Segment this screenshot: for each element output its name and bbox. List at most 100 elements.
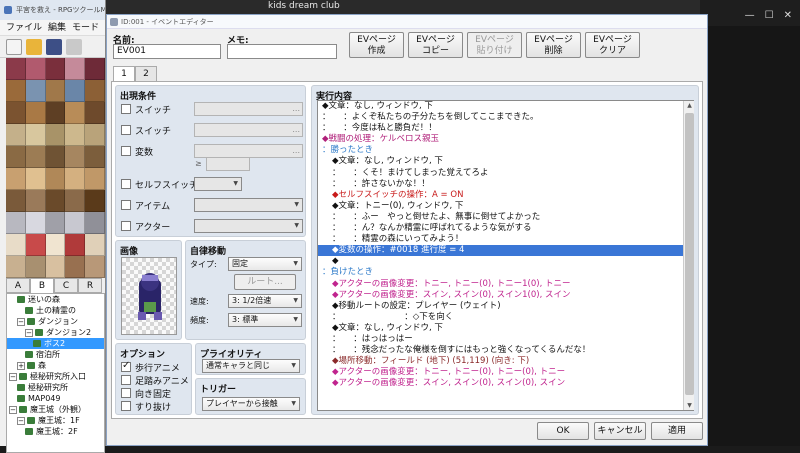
- menu-file[interactable]: ファイル: [6, 20, 42, 35]
- actor-checkbox[interactable]: [121, 221, 131, 231]
- option-checkbox[interactable]: [121, 375, 131, 385]
- command-row[interactable]: ： ：はっはっはー: [318, 334, 693, 345]
- priority-select[interactable]: 通常キャラと同じ: [202, 359, 300, 373]
- ev-page-button-4[interactable]: EVページ 削除: [526, 32, 581, 58]
- option-item[interactable]: 向き固定: [121, 386, 171, 400]
- type-select[interactable]: 固定: [228, 257, 302, 271]
- scroll-thumb[interactable]: [685, 113, 694, 395]
- ev-page-button-5[interactable]: EVページ クリア: [585, 32, 640, 58]
- option-item[interactable]: すり抜け: [121, 399, 171, 413]
- condition-switch-2[interactable]: スイッチ: [121, 123, 171, 137]
- expand-icon[interactable]: +: [17, 361, 25, 370]
- command-row[interactable]: ◆アクターの画像変更：トニー, トニー(0), トニー1(0), トニー: [318, 279, 693, 290]
- close-icon[interactable]: ✕: [784, 10, 792, 21]
- page-tab-2[interactable]: 2: [135, 66, 157, 81]
- map-tree-item[interactable]: MAP049: [7, 393, 104, 404]
- map-tree-item[interactable]: 魔王城：2F: [7, 426, 104, 437]
- switch1-checkbox[interactable]: [121, 104, 131, 114]
- command-row[interactable]: ： ：ふー やっと倒せたよ、無事に倒せてよかった: [318, 212, 693, 223]
- command-row[interactable]: ： ：◇下を向く: [318, 312, 693, 323]
- command-row[interactable]: ◆文章：なし, ウィンドウ, 下: [318, 101, 693, 112]
- cut-icon[interactable]: [66, 39, 82, 55]
- command-row[interactable]: ： ：今度は私と勝負だ！！: [318, 123, 693, 134]
- map-tree-item[interactable]: − 極秘研究所入口: [7, 371, 104, 382]
- map-tree-item[interactable]: − ダンジョン: [7, 316, 104, 327]
- switch2-checkbox[interactable]: [121, 125, 131, 135]
- command-row[interactable]: ： ：精霊の森にいってみよう！: [318, 234, 693, 245]
- command-row[interactable]: ： ：よくぞ私たちの子分たちを倒してここまできた。: [318, 112, 693, 123]
- expand-icon[interactable]: −: [25, 328, 33, 337]
- item-checkbox[interactable]: [121, 200, 131, 210]
- command-row[interactable]: ： ：くそ！まけてしまった覚えてろよ: [318, 168, 693, 179]
- option-checkbox[interactable]: [121, 401, 131, 411]
- apply-button[interactable]: 適用: [651, 422, 703, 440]
- command-row[interactable]: ◆アクターの画像変更：スイン, スイン(0), スイン(0), スイン: [318, 378, 693, 389]
- command-row[interactable]: ：負けたとき: [318, 267, 693, 278]
- tileset-tab-c[interactable]: C: [54, 278, 78, 293]
- expand-icon[interactable]: −: [17, 416, 25, 425]
- map-tree-item[interactable]: ボス2: [7, 338, 104, 349]
- map-tree-item[interactable]: 迷いの森: [7, 294, 104, 305]
- expand-icon[interactable]: −: [9, 405, 17, 414]
- expand-icon[interactable]: −: [17, 317, 25, 326]
- command-row[interactable]: ◆文章：なし, ウィンドウ, 下: [318, 323, 693, 334]
- ok-button[interactable]: OK: [537, 422, 589, 440]
- maximize-icon[interactable]: ☐: [765, 10, 774, 21]
- new-file-icon[interactable]: [6, 39, 22, 55]
- event-image-preview[interactable]: [121, 257, 177, 335]
- command-row[interactable]: ◆アクターの画像変更：スイン, スイン(0), スイン1(0), スイン: [318, 290, 693, 301]
- map-tree-item[interactable]: 土の精霊の: [7, 305, 104, 316]
- tileset-palette[interactable]: [6, 58, 105, 278]
- command-row[interactable]: ： ：許さないかな！！: [318, 179, 693, 190]
- option-checkbox[interactable]: [121, 360, 131, 372]
- condition-variable[interactable]: 変数: [121, 144, 153, 158]
- map-tree-item[interactable]: − ダンジョン2: [7, 327, 104, 338]
- command-row[interactable]: ◆文章：なし, ウィンドウ, 下: [318, 156, 693, 167]
- map-tree[interactable]: 迷いの森 土の精霊の − ダンジョン − ダンジョン2 ボス2 宿泊所 + 森 − 極秘研究所入口 極秘…: [6, 293, 105, 453]
- tileset-tab-b[interactable]: B: [30, 278, 54, 293]
- open-folder-icon[interactable]: [26, 39, 42, 55]
- menu-mode[interactable]: モード: [72, 20, 99, 35]
- command-row[interactable]: ◆文章：トニー(0), ウィンドウ, 下: [318, 201, 693, 212]
- ev-page-button-1[interactable]: EVページ 作成: [349, 32, 404, 58]
- page-tab-1[interactable]: 1: [113, 66, 135, 82]
- tileset-tab-a[interactable]: A: [6, 278, 30, 293]
- command-row[interactable]: ◆戦闘の処理：ケルベロス親玉: [318, 134, 693, 145]
- self-switch-checkbox[interactable]: [121, 179, 131, 189]
- map-tree-item[interactable]: − 魔王城：1F: [7, 415, 104, 426]
- command-scrollbar[interactable]: ▲ ▼: [683, 101, 694, 410]
- expand-icon[interactable]: −: [9, 372, 17, 381]
- command-row[interactable]: ◆: [318, 256, 693, 267]
- trigger-select[interactable]: プレイヤーから接触: [202, 397, 300, 411]
- cancel-button[interactable]: キャンセル: [594, 422, 646, 440]
- map-tree-item[interactable]: − 魔王城（外観）: [7, 404, 104, 415]
- condition-actor[interactable]: アクター: [121, 219, 170, 233]
- command-row[interactable]: ：勝ったとき: [318, 145, 693, 156]
- command-row[interactable]: ◆変数の操作：#0018 進行度 = 4: [318, 245, 693, 257]
- option-item[interactable]: 足踏みアニメ: [121, 373, 189, 387]
- command-row[interactable]: ◆場所移動：フィールド (地下) (51,119) (向き: 下): [318, 356, 693, 367]
- menu-edit[interactable]: 編集: [48, 20, 66, 35]
- name-input[interactable]: EV001: [113, 44, 221, 59]
- ev-page-button-2[interactable]: EVページ コピー: [408, 32, 463, 58]
- map-tree-item[interactable]: + 森: [7, 360, 104, 371]
- frequency-select[interactable]: 3: 標準: [228, 313, 302, 327]
- map-tree-item[interactable]: 極秘研究所: [7, 382, 104, 393]
- command-row[interactable]: ： ：残念だったな俺様を倒すにはもっと強くなってくるんだな！: [318, 345, 693, 356]
- minimize-icon[interactable]: —: [745, 10, 755, 21]
- save-icon[interactable]: [46, 39, 62, 55]
- command-row[interactable]: ◆セルフスイッチの操作：A = ON: [318, 190, 693, 201]
- command-row[interactable]: ◆移動ルートの設定：プレイヤー (ウェイト): [318, 301, 693, 312]
- scroll-up-icon[interactable]: ▲: [684, 102, 695, 109]
- command-list[interactable]: ◆文章：なし, ウィンドウ, 下： ：よくぞ私たちの子分たちを倒してここまできた…: [317, 100, 694, 411]
- speed-select[interactable]: 3: 1/2倍速: [228, 294, 302, 308]
- condition-item[interactable]: アイテム: [121, 198, 170, 212]
- tileset-tab-r[interactable]: R: [78, 278, 102, 293]
- memo-input[interactable]: [227, 44, 337, 59]
- map-tree-item[interactable]: 宿泊所: [7, 349, 104, 360]
- condition-switch-1[interactable]: スイッチ: [121, 102, 171, 116]
- command-row[interactable]: ： ：ん？なんか精霊に呼ばれてるような気がする: [318, 223, 693, 234]
- variable-checkbox[interactable]: [121, 146, 131, 156]
- condition-self-switch[interactable]: セルフスイッチ: [121, 177, 198, 191]
- scroll-down-icon[interactable]: ▼: [684, 402, 695, 409]
